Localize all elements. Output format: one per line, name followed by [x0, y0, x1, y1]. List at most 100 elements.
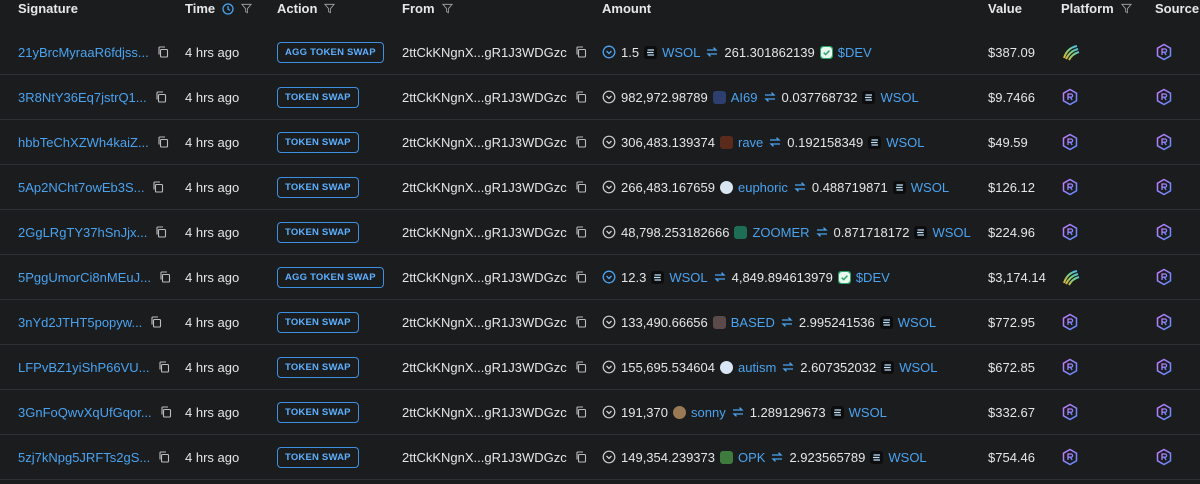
action-badge[interactable]: TOKEN SWAP: [277, 131, 359, 153]
copy-icon[interactable]: [157, 46, 169, 58]
token-out-link[interactable]: $DEV: [838, 45, 872, 60]
signature-link[interactable]: 3R8NtY36Eq7jstrQ1...: [18, 90, 147, 105]
raydium-icon[interactable]: [1061, 358, 1079, 376]
copy-icon[interactable]: [160, 406, 172, 418]
token-out-link[interactable]: WSOL: [898, 315, 936, 330]
token-out-link[interactable]: WSOL: [880, 90, 918, 105]
token-in-link[interactable]: autism: [738, 360, 776, 375]
token-in-link[interactable]: euphoric: [738, 180, 788, 195]
action-badge[interactable]: TOKEN SWAP: [277, 221, 359, 243]
copy-icon[interactable]: [575, 226, 587, 238]
column-header-from[interactable]: From: [402, 0, 453, 17]
copy-icon[interactable]: [575, 46, 587, 58]
from-address[interactable]: 2ttCkKNgnX...gR1J3WDGzc: [402, 315, 567, 330]
raydium-icon[interactable]: [1155, 43, 1173, 61]
action-badge[interactable]: AGG TOKEN SWAP: [277, 41, 384, 63]
raydium-icon[interactable]: [1061, 88, 1079, 106]
token-in-link[interactable]: ZOOMER: [752, 225, 809, 240]
meteora-icon[interactable]: [1061, 267, 1081, 287]
expand-icon[interactable]: [602, 405, 616, 419]
filter-icon[interactable]: [441, 3, 453, 14]
expand-icon[interactable]: [602, 90, 616, 104]
expand-icon[interactable]: [602, 180, 616, 194]
raydium-icon[interactable]: [1155, 223, 1173, 241]
raydium-icon[interactable]: [1155, 268, 1173, 286]
token-in-link[interactable]: AI69: [731, 90, 758, 105]
copy-icon[interactable]: [575, 451, 587, 463]
from-address[interactable]: 2ttCkKNgnX...gR1J3WDGzc: [402, 180, 567, 195]
copy-icon[interactable]: [575, 361, 587, 373]
action-badge[interactable]: TOKEN SWAP: [277, 401, 359, 423]
copy-icon[interactable]: [575, 181, 587, 193]
signature-link[interactable]: hbbTeChXZWh4kaiZ...: [18, 135, 149, 150]
action-badge[interactable]: TOKEN SWAP: [277, 356, 359, 378]
token-in-link[interactable]: sonny: [691, 405, 726, 420]
token-out-link[interactable]: WSOL: [932, 225, 970, 240]
from-address[interactable]: 2ttCkKNgnX...gR1J3WDGzc: [402, 135, 567, 150]
copy-icon[interactable]: [152, 181, 164, 193]
token-in-link[interactable]: WSOL: [669, 270, 707, 285]
from-address[interactable]: 2ttCkKNgnX...gR1J3WDGzc: [402, 360, 567, 375]
raydium-icon[interactable]: [1155, 178, 1173, 196]
signature-link[interactable]: 21yBrcMyraaR6fdjss...: [18, 45, 149, 60]
expand-icon[interactable]: [602, 315, 616, 329]
from-address[interactable]: 2ttCkKNgnX...gR1J3WDGzc: [402, 45, 567, 60]
expand-icon[interactable]: [602, 225, 616, 239]
column-header-platform[interactable]: Platform: [1061, 0, 1132, 17]
raydium-icon[interactable]: [1155, 88, 1173, 106]
expand-icon[interactable]: [602, 450, 616, 464]
token-out-link[interactable]: WSOL: [849, 405, 887, 420]
clock-icon[interactable]: [222, 2, 234, 15]
expand-icon[interactable]: [602, 270, 616, 284]
expand-icon[interactable]: [602, 45, 616, 59]
copy-icon[interactable]: [157, 136, 169, 148]
copy-icon[interactable]: [155, 226, 167, 238]
copy-icon[interactable]: [575, 316, 587, 328]
raydium-icon[interactable]: [1061, 133, 1079, 151]
raydium-icon[interactable]: [1155, 358, 1173, 376]
copy-icon[interactable]: [575, 406, 587, 418]
meteora-icon[interactable]: [1061, 42, 1081, 62]
signature-link[interactable]: 5PggUmorCi8nMEuJ...: [18, 270, 151, 285]
token-in-link[interactable]: rave: [738, 135, 763, 150]
expand-icon[interactable]: [602, 135, 616, 149]
raydium-icon[interactable]: [1061, 178, 1079, 196]
filter-icon[interactable]: [324, 3, 336, 14]
signature-link[interactable]: 5zj7kNpg5JRFTs2gS...: [18, 450, 150, 465]
from-address[interactable]: 2ttCkKNgnX...gR1J3WDGzc: [402, 405, 567, 420]
copy-icon[interactable]: [150, 316, 162, 328]
token-out-link[interactable]: WSOL: [911, 180, 949, 195]
filter-icon[interactable]: [1120, 3, 1132, 14]
raydium-icon[interactable]: [1061, 313, 1079, 331]
token-out-link[interactable]: WSOL: [886, 135, 924, 150]
signature-link[interactable]: LFPvBZ1yiShP66VU...: [18, 360, 150, 375]
token-out-link[interactable]: $DEV: [856, 270, 890, 285]
action-badge[interactable]: AGG TOKEN SWAP: [277, 266, 384, 288]
copy-icon[interactable]: [155, 91, 167, 103]
from-address[interactable]: 2ttCkKNgnX...gR1J3WDGzc: [402, 90, 567, 105]
copy-icon[interactable]: [575, 91, 587, 103]
copy-icon[interactable]: [575, 136, 587, 148]
expand-icon[interactable]: [602, 360, 616, 374]
token-in-link[interactable]: BASED: [731, 315, 775, 330]
filter-icon[interactable]: [241, 3, 253, 14]
copy-icon[interactable]: [158, 361, 170, 373]
raydium-icon[interactable]: [1155, 133, 1173, 151]
signature-link[interactable]: 3nYd2JTHT5popyw...: [18, 315, 142, 330]
signature-link[interactable]: 3GnFoQwvXqUfGqor...: [18, 405, 152, 420]
raydium-icon[interactable]: [1155, 448, 1173, 466]
copy-icon[interactable]: [575, 271, 587, 283]
column-header-action[interactable]: Action: [277, 0, 336, 17]
from-address[interactable]: 2ttCkKNgnX...gR1J3WDGzc: [402, 225, 567, 240]
action-badge[interactable]: TOKEN SWAP: [277, 446, 359, 468]
token-out-link[interactable]: WSOL: [888, 450, 926, 465]
action-badge[interactable]: TOKEN SWAP: [277, 86, 359, 108]
signature-link[interactable]: 2GgLRgTY37hSnJjx...: [18, 225, 147, 240]
raydium-icon[interactable]: [1061, 448, 1079, 466]
copy-icon[interactable]: [158, 451, 170, 463]
raydium-icon[interactable]: [1155, 403, 1173, 421]
raydium-icon[interactable]: [1155, 313, 1173, 331]
action-badge[interactable]: TOKEN SWAP: [277, 176, 359, 198]
column-header-time[interactable]: Time: [185, 0, 253, 17]
raydium-icon[interactable]: [1061, 403, 1079, 421]
